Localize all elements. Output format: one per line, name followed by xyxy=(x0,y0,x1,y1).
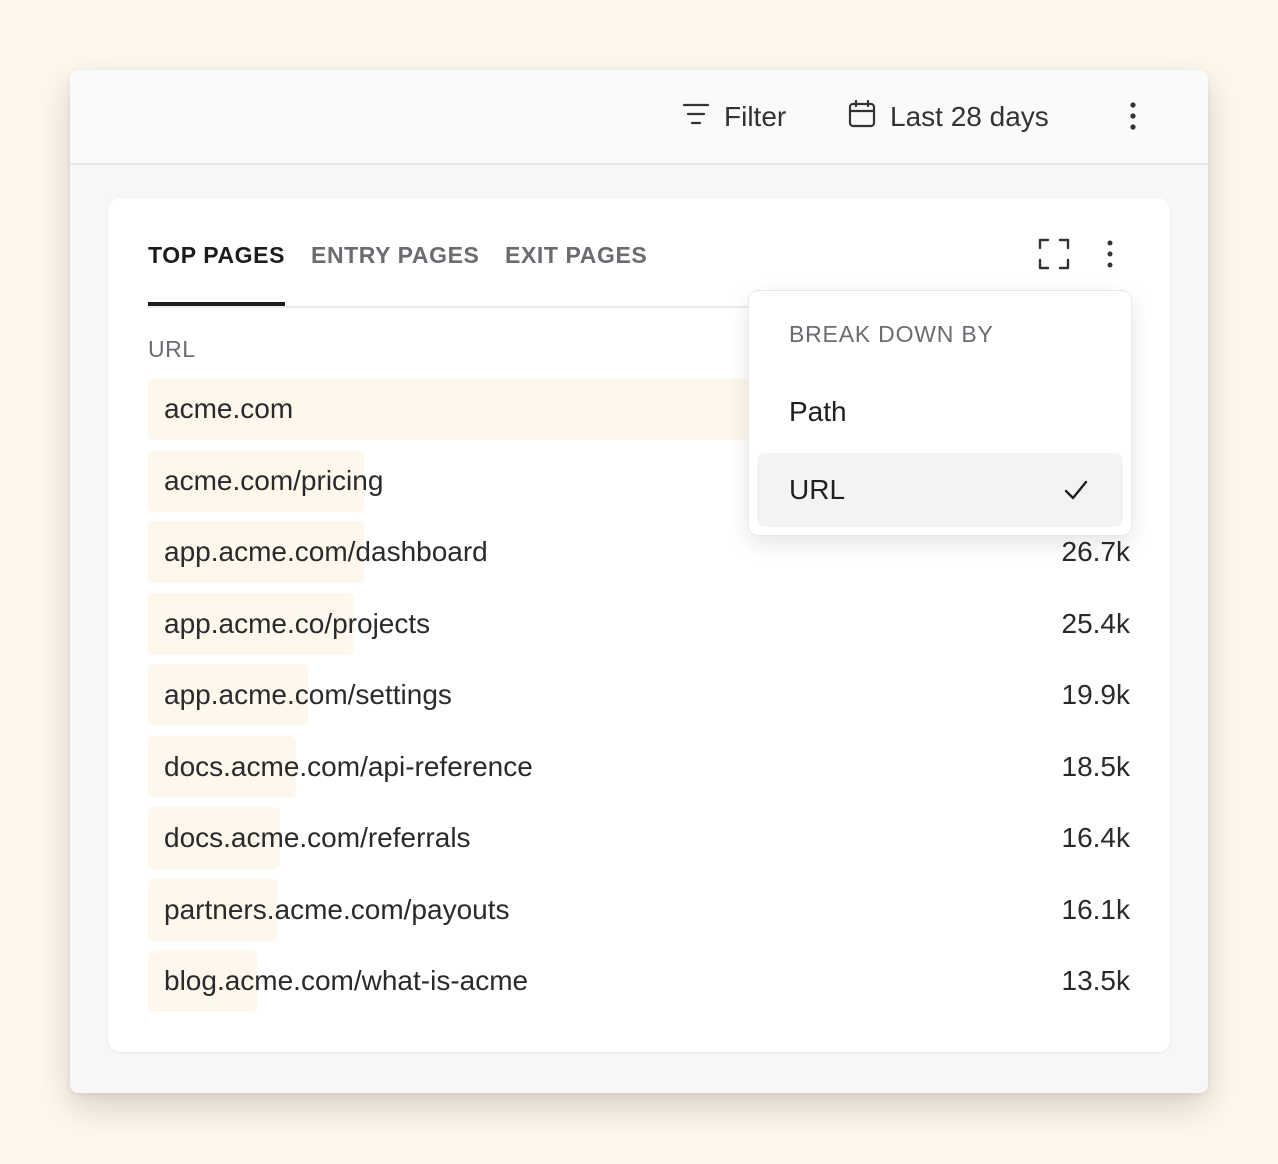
filter-icon xyxy=(682,101,710,134)
row-url: docs.acme.com/api-reference xyxy=(164,750,533,782)
row-value: 25.4k xyxy=(1061,607,1131,639)
calendar-icon xyxy=(848,99,876,136)
menu-item-label: URL xyxy=(789,474,846,505)
row-value: 18.5k xyxy=(1061,750,1131,782)
date-range-label: Last 28 days xyxy=(890,101,1049,132)
table-row[interactable]: docs.acme.com/referrals 16.4k xyxy=(148,807,1130,869)
row-value: 16.4k xyxy=(1061,822,1131,853)
card-more-vertical-icon[interactable] xyxy=(1098,238,1122,270)
tab-top-pages[interactable]: TOP PAGES xyxy=(148,238,286,306)
expand-icon[interactable] xyxy=(1038,238,1070,270)
url-column-header: URL xyxy=(148,336,196,362)
row-url: docs.acme.com/referrals xyxy=(164,822,471,853)
row-url: acme.com/pricing xyxy=(164,464,384,496)
table-row[interactable]: blog.acme.com/what-is-acme 13.5k xyxy=(148,950,1130,1012)
row-url: partners.acme.com/payouts xyxy=(164,893,510,925)
table-row[interactable]: app.acme.co/projects 25.4k xyxy=(148,592,1131,655)
check-icon xyxy=(1063,477,1089,503)
filter-button[interactable]: Filter xyxy=(682,98,786,136)
row-value: 13.5k xyxy=(1061,965,1131,996)
menu-item-label: Path xyxy=(789,396,847,427)
top-toolbar: Filter Last 28 days xyxy=(70,70,1208,165)
row-url: blog.acme.com/what-is-acme xyxy=(164,965,529,996)
tab-exit-pages[interactable]: EXIT PAGES xyxy=(505,238,647,304)
analytics-window: Filter Last 28 days TOP PAGES ENTRY PAGE… xyxy=(70,70,1208,1093)
row-url: app.acme.co/projects xyxy=(164,607,431,639)
table-row[interactable]: docs.acme.com/api-reference 18.5k xyxy=(148,735,1131,798)
row-value: 16.1k xyxy=(1061,893,1131,925)
row-value: 19.9k xyxy=(1061,679,1131,710)
menu-item-url[interactable]: URL xyxy=(757,453,1123,527)
filter-label: Filter xyxy=(724,101,787,132)
date-range-button[interactable]: Last 28 days xyxy=(848,98,1049,136)
row-url: acme.com xyxy=(164,393,294,424)
break-down-by-menu: BREAK DOWN BY Path URL xyxy=(748,290,1132,536)
row-url: app.acme.com/dashboard xyxy=(164,536,488,567)
tab-entry-pages[interactable]: ENTRY PAGES xyxy=(311,238,480,304)
menu-heading: BREAK DOWN BY xyxy=(789,321,994,347)
table-row[interactable]: app.acme.com/settings 19.9k xyxy=(148,664,1130,726)
menu-item-path[interactable]: Path xyxy=(757,375,1123,449)
table-row[interactable]: partners.acme.com/payouts 16.1k xyxy=(148,878,1131,941)
more-vertical-icon[interactable] xyxy=(1120,100,1146,134)
row-url: app.acme.com/settings xyxy=(164,679,452,710)
